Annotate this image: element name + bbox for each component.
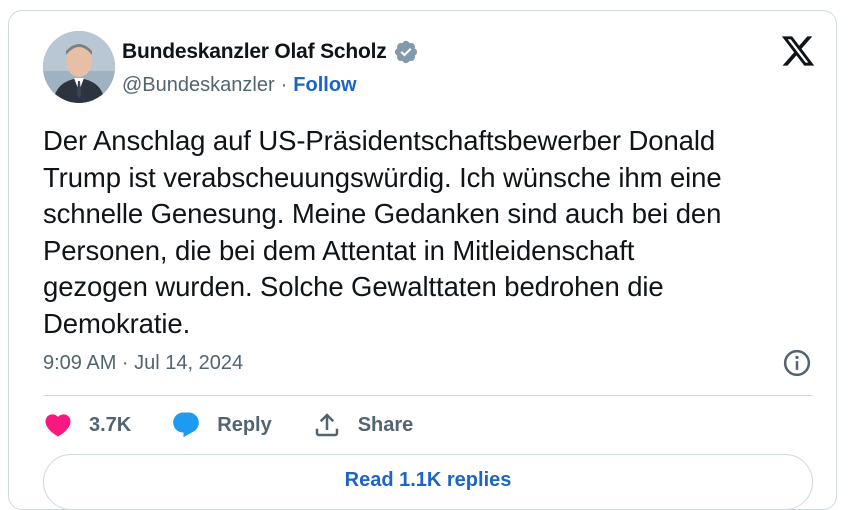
tweet-card: Bundeskanzler Olaf Scholz @Bundeskanzler…	[8, 10, 837, 510]
share-button[interactable]: Share	[312, 410, 414, 440]
tweet-actions: 3.7K Reply Share	[43, 409, 453, 441]
author-handle[interactable]: @Bundeskanzler	[122, 74, 275, 97]
like-count: 3.7K	[89, 413, 132, 436]
follow-button[interactable]: Follow	[293, 74, 356, 97]
like-button[interactable]: 3.7K	[43, 410, 131, 440]
handle-separator: ·	[280, 73, 288, 96]
read-replies-label: Read 1.1K replies	[344, 469, 512, 491]
author-handle-row: @Bundeskanzler · Follow	[122, 71, 357, 99]
reply-label: Reply	[217, 413, 272, 436]
share-icon	[315, 413, 338, 437]
reply-button[interactable]: Reply	[171, 410, 272, 440]
heart-icon	[45, 414, 71, 437]
verified-badge-icon	[394, 40, 417, 64]
avatar-photo	[43, 31, 115, 103]
x-logo-icon[interactable]	[780, 33, 816, 69]
divider	[43, 395, 813, 396]
author-display-name[interactable]: Bundeskanzler Olaf Scholz	[122, 40, 387, 64]
tweet-text: Der Anschlag auf US-Präsidentschaftsbewe…	[43, 125, 722, 339]
read-replies-button[interactable]: Read 1.1K replies	[43, 454, 813, 510]
share-label: Share	[357, 413, 414, 436]
tweet-timestamp[interactable]: 9:09 AM · Jul 14, 2024	[43, 352, 243, 375]
info-icon[interactable]	[782, 348, 812, 378]
tweet-timestamp-row: 9:09 AM · Jul 14, 2024	[43, 349, 243, 377]
avatar[interactable]	[43, 31, 115, 103]
author-name-row: Bundeskanzler Olaf Scholz	[122, 38, 419, 66]
reply-bubble-icon	[173, 412, 200, 438]
